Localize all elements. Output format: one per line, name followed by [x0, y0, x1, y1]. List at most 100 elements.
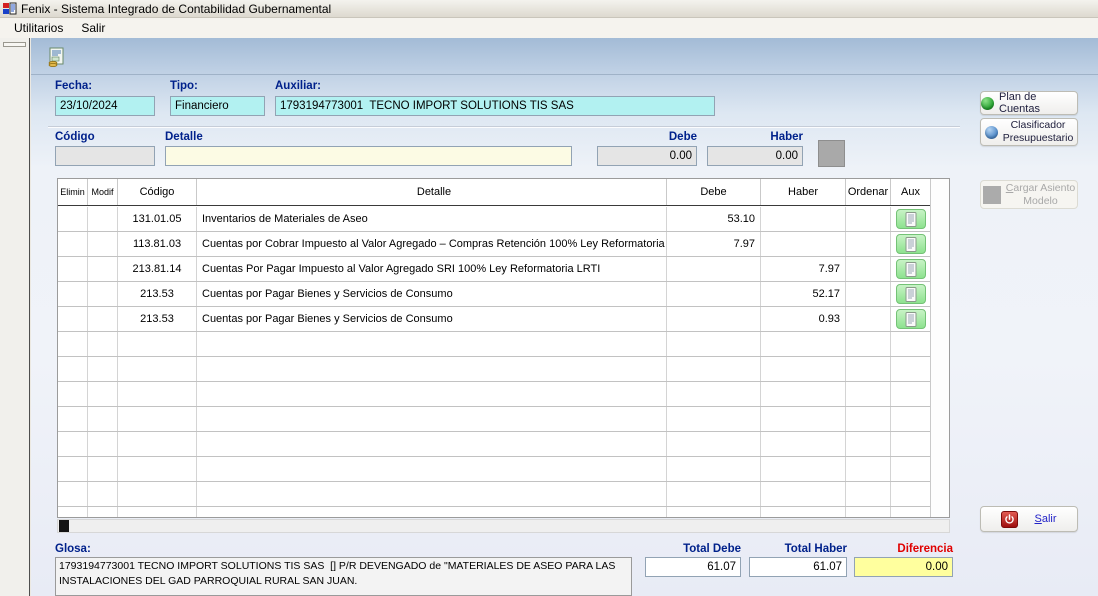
cell-aux — [891, 382, 931, 406]
cell-codigo: 213.81.14 — [118, 257, 197, 281]
fecha-input[interactable] — [55, 96, 155, 116]
total-debe-label: Total Debe — [645, 543, 741, 555]
table-row-empty[interactable] — [58, 357, 931, 382]
cell-detalle — [197, 357, 667, 381]
codigo-input[interactable] — [55, 146, 155, 166]
cell-codigo: 213.53 — [118, 282, 197, 306]
aux-document-icon — [905, 287, 917, 302]
document-coins-button[interactable] — [44, 44, 70, 70]
cell-elimin — [58, 357, 88, 381]
column-header-elimin: Elimin — [58, 179, 88, 205]
cell-modif — [88, 457, 118, 481]
cell-codigo — [118, 382, 197, 406]
cell-modif — [88, 232, 118, 256]
table-row-empty[interactable] — [58, 407, 931, 432]
cell-debe — [667, 432, 761, 456]
glosa-textarea[interactable]: 1793194773001 TECNO IMPORT SOLUTIONS TIS… — [55, 557, 632, 596]
power-icon — [1001, 511, 1018, 528]
cell-detalle — [197, 432, 667, 456]
cell-ordenar — [846, 432, 891, 456]
haber-label: Haber — [707, 131, 803, 143]
table-row-empty[interactable] — [58, 382, 931, 407]
green-orb-icon — [981, 97, 994, 110]
diferencia-label: Diferencia — [854, 543, 953, 555]
cell-debe — [667, 407, 761, 431]
column-header-aux: Aux — [891, 179, 931, 205]
cell-haber — [761, 332, 846, 356]
journal-table-body: 131.01.05Inventarios de Materiales de As… — [58, 207, 931, 518]
horizontal-scrollbar-thumb[interactable] — [59, 520, 69, 532]
glosa-label: Glosa: — [55, 543, 91, 555]
cell-modif — [88, 207, 118, 231]
cell-elimin — [58, 232, 88, 256]
cell-haber — [761, 432, 846, 456]
aux-button[interactable] — [896, 234, 926, 254]
cell-modif — [88, 332, 118, 356]
cell-aux — [891, 232, 931, 256]
title-bar: Fenix - Sistema Integrado de Contabilida… — [0, 0, 1098, 18]
cell-haber — [761, 507, 846, 518]
cell-ordenar — [846, 307, 891, 331]
cell-codigo — [118, 332, 197, 356]
cell-debe — [667, 482, 761, 506]
separator-line — [48, 126, 960, 128]
cell-ordenar — [846, 282, 891, 306]
plan-de-cuentas-button[interactable]: Plan de Cuentas — [980, 91, 1078, 115]
cell-haber: 52.17 — [761, 282, 846, 306]
cell-aux — [891, 282, 931, 306]
menu-utilitarios[interactable]: Utilitarios — [6, 19, 71, 37]
cell-detalle — [197, 332, 667, 356]
window-title: Fenix - Sistema Integrado de Contabilida… — [21, 2, 331, 16]
table-row-empty[interactable] — [58, 457, 931, 482]
clasificador-presupuestario-button[interactable]: Clasificador Presupuestario — [980, 118, 1078, 146]
panel-grip-handle[interactable] — [3, 42, 26, 47]
aux-document-icon — [905, 312, 917, 327]
cell-modif — [88, 482, 118, 506]
column-header-detalle: Detalle — [197, 179, 667, 205]
cell-haber — [761, 232, 846, 256]
table-row-empty[interactable] — [58, 432, 931, 457]
table-row[interactable]: 131.01.05Inventarios de Materiales de As… — [58, 207, 931, 232]
table-row[interactable]: 113.81.03Cuentas por Cobrar Impuesto al … — [58, 232, 931, 257]
auxiliar-label: Auxiliar: — [275, 80, 321, 92]
aux-button[interactable] — [896, 209, 926, 229]
cell-debe — [667, 282, 761, 306]
table-row[interactable]: 213.53Cuentas por Pagar Bienes y Servici… — [58, 282, 931, 307]
tipo-input[interactable] — [170, 96, 265, 116]
haber-input[interactable] — [707, 146, 803, 166]
aux-button[interactable] — [896, 284, 926, 304]
table-row[interactable]: 213.53Cuentas por Pagar Bienes y Servici… — [58, 307, 931, 332]
tipo-label: Tipo: — [170, 80, 198, 92]
codigo-label: Código — [55, 131, 95, 143]
horizontal-scrollbar[interactable] — [57, 519, 950, 533]
aux-button[interactable] — [896, 309, 926, 329]
aux-button[interactable] — [896, 259, 926, 279]
cargar-asiento-modelo-button[interactable]: Cargar Asiento Modelo — [980, 180, 1078, 209]
cell-aux — [891, 257, 931, 281]
gray-square-button[interactable] — [818, 140, 845, 167]
cell-elimin — [58, 507, 88, 518]
menu-salir[interactable]: Salir — [73, 19, 113, 37]
cell-codigo — [118, 507, 197, 518]
table-row-empty[interactable] — [58, 507, 931, 518]
detalle-input[interactable] — [165, 146, 572, 166]
cargar-asiento-label: Cargar Asiento Modelo — [1006, 182, 1075, 207]
table-row[interactable]: 213.81.14Cuentas Por Pagar Impuesto al V… — [58, 257, 931, 282]
table-row-empty[interactable] — [58, 482, 931, 507]
left-panel — [0, 38, 30, 596]
cell-modif — [88, 357, 118, 381]
cell-debe — [667, 457, 761, 481]
auxiliar-input[interactable] — [275, 96, 715, 116]
vertical-scrollbar[interactable] — [930, 179, 949, 517]
cell-elimin — [58, 407, 88, 431]
cell-debe: 7.97 — [667, 232, 761, 256]
debe-input[interactable] — [597, 146, 697, 166]
cell-haber — [761, 457, 846, 481]
table-row-empty[interactable] — [58, 332, 931, 357]
cell-elimin — [58, 282, 88, 306]
cell-aux — [891, 207, 931, 231]
cell-detalle: Cuentas por Pagar Bienes y Servicios de … — [197, 307, 667, 331]
salir-button[interactable]: Salir — [980, 506, 1078, 532]
cell-detalle — [197, 407, 667, 431]
cell-debe: 53.10 — [667, 207, 761, 231]
